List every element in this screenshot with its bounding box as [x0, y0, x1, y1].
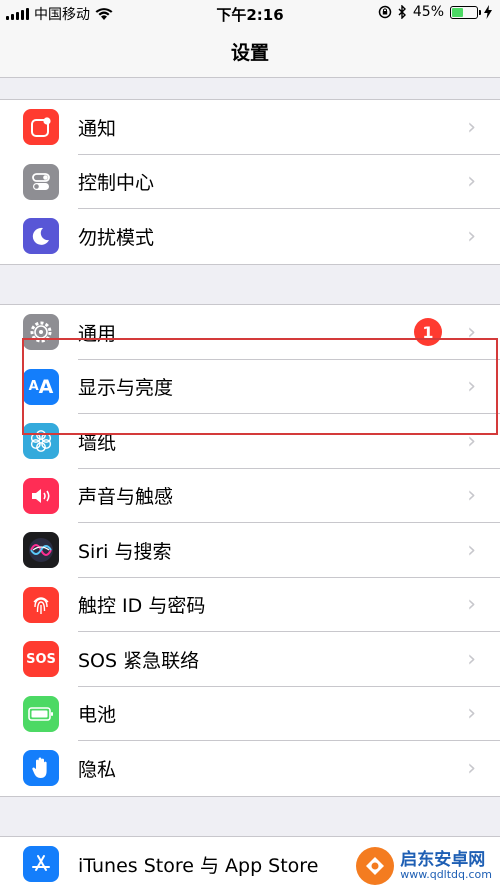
highlight-annotation-box — [22, 338, 498, 435]
speaker-icon — [23, 477, 59, 514]
battery-fill — [452, 7, 463, 17]
settings-row-battery[interactable]: 电池 › — [0, 687, 500, 741]
settings-row-siri-search[interactable]: Siri 与搜索 › — [0, 523, 500, 578]
sos-icon: SOS — [23, 641, 59, 678]
notifications-icon — [23, 109, 59, 146]
row-label: 声音与触感 — [78, 486, 174, 509]
siri-icon — [23, 532, 59, 569]
control-center-icon — [23, 163, 59, 200]
settings-row-do-not-disturb[interactable]: 勿扰模式 › — [0, 209, 500, 264]
battery-status-icon — [450, 5, 481, 19]
settings-row-notifications[interactable]: 通知 › — [0, 100, 500, 155]
chevron-right-icon: › — [467, 646, 476, 672]
bluetooth-icon — [398, 5, 406, 19]
hand-icon — [23, 750, 59, 787]
settings-row-control-center[interactable]: 控制中心 › — [0, 155, 500, 209]
chevron-right-icon: › — [467, 592, 476, 618]
status-bar: 中国移动 下午2:16 45% — [0, 0, 500, 26]
row-label: 控制中心 — [78, 172, 155, 195]
sos-icon-text: SOS — [26, 651, 56, 667]
chevron-right-icon: › — [467, 755, 476, 781]
battery-icon — [23, 695, 59, 732]
row-label: 电池 — [78, 704, 117, 727]
watermark-logo-icon — [356, 847, 395, 885]
watermark: 启东安卓网 www.qdltdq.com — [356, 847, 492, 885]
status-right: 45% — [378, 4, 492, 20]
chevron-right-icon: › — [467, 701, 476, 727]
chevron-right-icon: › — [467, 483, 476, 509]
chevron-right-icon: › — [467, 537, 476, 563]
moon-icon — [23, 218, 59, 255]
settings-row-privacy[interactable]: 隐私 › — [0, 741, 500, 796]
row-label: 勿扰模式 — [78, 226, 155, 249]
orientation-lock-icon — [378, 5, 392, 19]
watermark-title: 启东安卓网 — [400, 849, 486, 870]
settings-row-sounds-haptics[interactable]: 声音与触感 › — [0, 469, 500, 523]
app-store-icon — [23, 846, 59, 883]
watermark-text: 启东安卓网 www.qdltdq.com — [400, 849, 492, 882]
row-label: 触控 ID 与密码 — [78, 595, 206, 618]
row-label: 通知 — [78, 117, 117, 140]
settings-group-1: 通知 › 控制中心 › 勿扰模式 › — [0, 99, 500, 265]
navigation-bar: 设置 — [0, 26, 500, 78]
chevron-right-icon: › — [467, 169, 476, 195]
fingerprint-icon — [23, 586, 59, 623]
row-label: Siri 与搜索 — [78, 540, 172, 563]
chevron-right-icon: › — [467, 114, 476, 140]
watermark-url: www.qdltdq.com — [400, 868, 492, 882]
settings-row-emergency-sos[interactable]: SOS SOS 紧急联络 › — [0, 632, 500, 687]
row-label: iTunes Store 与 App Store — [78, 854, 319, 877]
charging-bolt-icon — [484, 5, 492, 19]
chevron-right-icon: › — [467, 223, 476, 249]
row-label: 隐私 — [78, 758, 117, 781]
page-title: 设置 — [230, 42, 269, 64]
battery-percent: 45% — [412, 4, 444, 20]
row-label: SOS 紧急联络 — [78, 649, 200, 672]
settings-row-touch-id-passcode[interactable]: 触控 ID 与密码 › — [0, 578, 500, 632]
